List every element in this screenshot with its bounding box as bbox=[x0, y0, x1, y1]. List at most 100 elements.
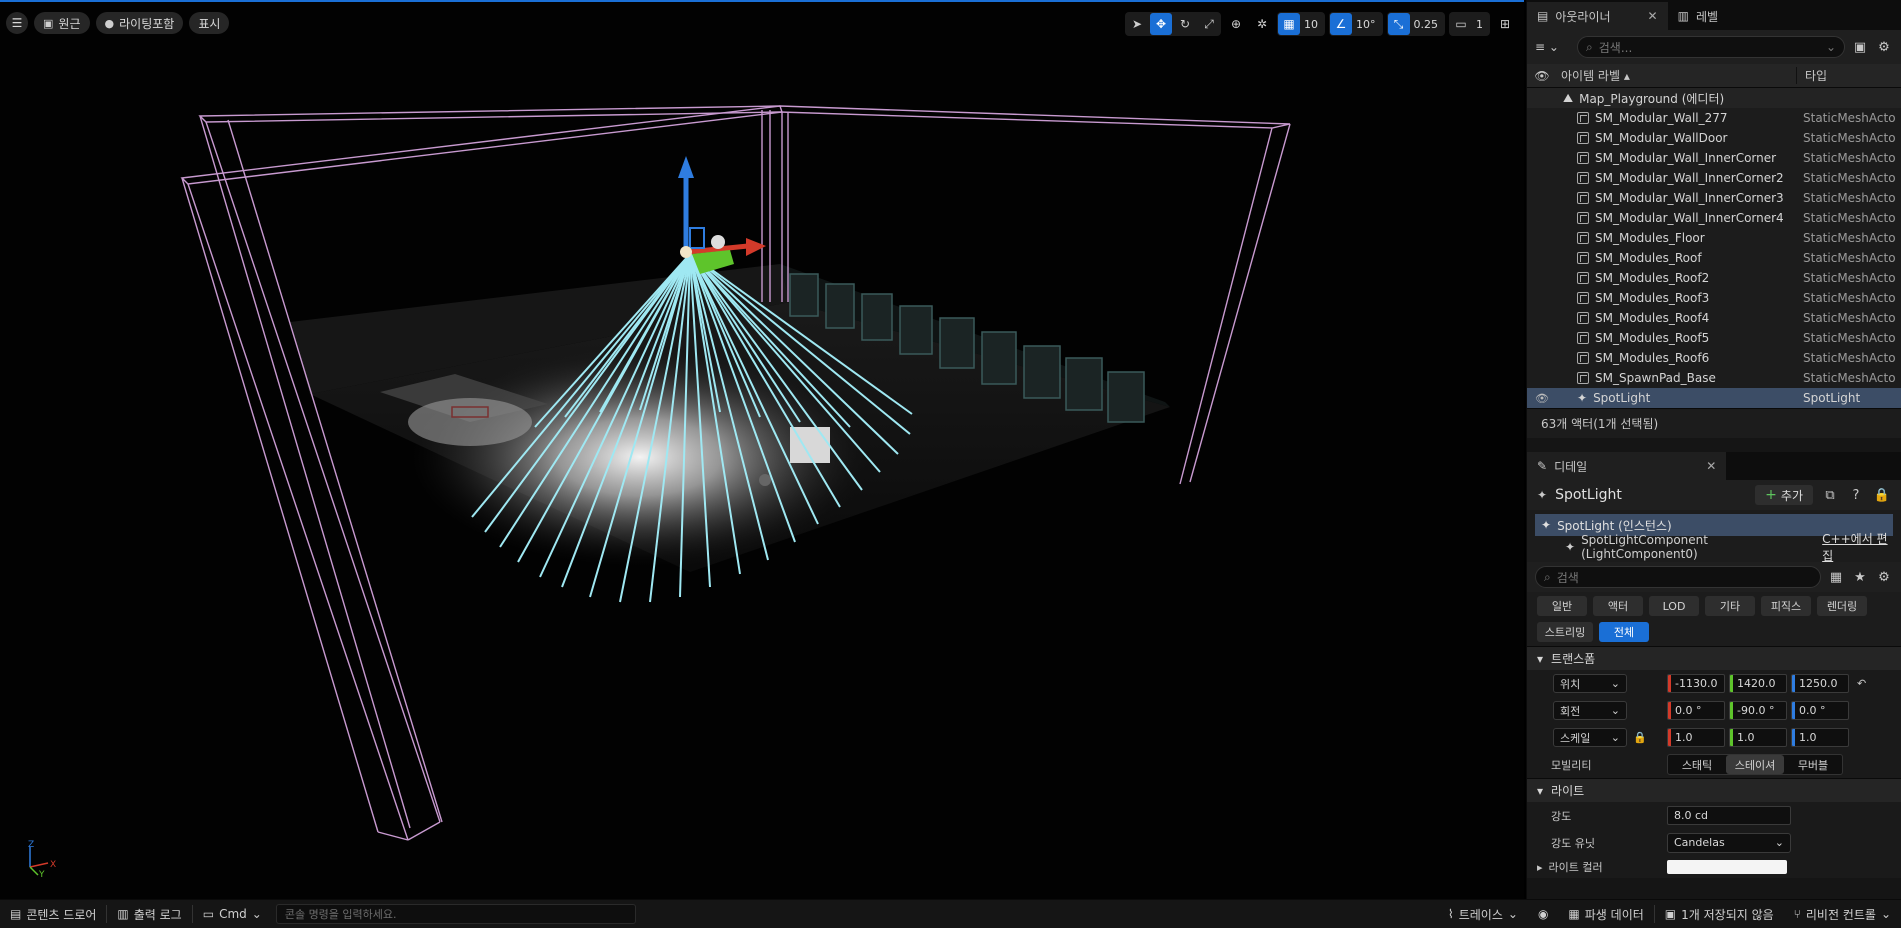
details-settings-button[interactable]: ⚙ bbox=[1875, 570, 1893, 585]
add-folder-button[interactable]: ▣ bbox=[1851, 40, 1869, 55]
table-row[interactable]: SM_Modular_Wall_InnerCorner4 StaticMeshAc… bbox=[1527, 208, 1901, 228]
close-icon[interactable]: ✕ bbox=[1706, 459, 1716, 473]
rotate-snap-value[interactable]: 10° bbox=[1354, 13, 1382, 35]
filter-2[interactable]: LOD bbox=[1649, 596, 1699, 616]
mobility-stationary[interactable]: 스테이셔 bbox=[1726, 755, 1784, 774]
component-child-row[interactable]: ✦ SpotLightComponent (LightComponent0) C… bbox=[1535, 532, 1893, 563]
content-drawer-button[interactable]: ▤ 콘텐츠 드로어 bbox=[0, 900, 106, 928]
close-icon[interactable]: ✕ bbox=[1648, 9, 1658, 23]
translate-tool-button[interactable]: ✥ bbox=[1150, 13, 1172, 35]
table-row[interactable]: SM_Modular_Wall_InnerCorner2 StaticMeshAc… bbox=[1527, 168, 1901, 188]
column-item-label[interactable]: 아이템 라벨 ▴ bbox=[1557, 67, 1797, 84]
rotation-dropdown[interactable]: 회전 ⌄ bbox=[1553, 701, 1627, 720]
camera-speed-value[interactable]: 1 bbox=[1474, 13, 1489, 35]
rotation-x-field[interactable]: 0.0 ° bbox=[1667, 701, 1725, 720]
edit-in-cpp-link[interactable]: C++에서 편집 bbox=[1822, 530, 1893, 564]
mobility-static[interactable]: 스태틱 bbox=[1668, 755, 1726, 774]
lock-icon[interactable]: 🔒 bbox=[1633, 731, 1647, 744]
outliner-settings-button[interactable]: ⚙ bbox=[1875, 40, 1893, 55]
table-row[interactable]: SM_Modular_Wall_InnerCorner StaticMeshAct… bbox=[1527, 148, 1901, 168]
grid-snap-toggle[interactable]: ▦ bbox=[1278, 13, 1300, 35]
table-row[interactable]: SM_Modular_Wall_277 StaticMeshActo bbox=[1527, 108, 1901, 128]
lock-button[interactable]: 🔒 bbox=[1873, 488, 1891, 503]
intensity-field[interactable]: 8.0 cd bbox=[1667, 806, 1791, 825]
rotation-y-field[interactable]: -90.0 ° bbox=[1729, 701, 1787, 720]
scale-snap-value[interactable]: 0.25 bbox=[1412, 13, 1445, 35]
scale-x-field[interactable]: 1.0 bbox=[1667, 728, 1725, 747]
rotate-snap-toggle[interactable]: ∠ bbox=[1330, 13, 1352, 35]
trace-button[interactable]: ⌇ 트레이스 ⌄ bbox=[1438, 900, 1528, 928]
revision-control-button[interactable]: ⑂ 리비전 컨트롤 ⌄ bbox=[1784, 900, 1901, 928]
filter-3[interactable]: 기타 bbox=[1705, 596, 1755, 616]
cmd-dropdown[interactable]: ▭ Cmd ⌄ bbox=[193, 900, 272, 928]
scale-dropdown[interactable]: 스케일 ⌄ bbox=[1553, 728, 1627, 747]
layout-button[interactable]: ⊞ bbox=[1494, 13, 1516, 35]
table-row[interactable]: SM_Modules_Roof2 StaticMeshActo bbox=[1527, 268, 1901, 288]
derived-data-button[interactable]: ▦ 파생 데이터 bbox=[1558, 900, 1653, 928]
details-search-input[interactable]: ⌕ 검색 bbox=[1535, 566, 1821, 588]
select-tool-button[interactable]: ➤ bbox=[1126, 13, 1148, 35]
console-input[interactable]: 콘솔 명령을 입력하세요. bbox=[275, 904, 636, 924]
visibility-icon[interactable]: 👁 bbox=[1527, 392, 1557, 405]
tab-details[interactable]: ✎ 디테일 ✕ bbox=[1527, 452, 1727, 480]
unsaved-button[interactable]: ▣ 1개 저장되지 않음 bbox=[1655, 900, 1784, 928]
mobility-movable[interactable]: 무버블 bbox=[1784, 755, 1842, 774]
location-x-field[interactable]: -1130.0 bbox=[1667, 674, 1725, 693]
rotation-z-field[interactable]: 0.0 ° bbox=[1791, 701, 1849, 720]
table-row[interactable]: SM_SpawnPad_Base StaticMeshActo bbox=[1527, 368, 1901, 388]
level-viewport[interactable]: ☰ ▣원근 ●라이팅포함 표시 ➤ ✥ ↻ ⤢ ⊕ ✲ ▦ 10 ∠ 10° bbox=[0, 0, 1524, 899]
filter-0[interactable]: 일반 bbox=[1537, 596, 1587, 616]
table-row-selected[interactable]: 👁 ✦ SpotLight SpotLight bbox=[1527, 388, 1901, 408]
scale-y-field[interactable]: 1.0 bbox=[1729, 728, 1787, 747]
surface-snap-button[interactable]: ✲ bbox=[1251, 13, 1273, 35]
table-row[interactable]: SM_Modules_Roof5 StaticMeshActo bbox=[1527, 328, 1901, 348]
record-button[interactable]: ◉ bbox=[1528, 900, 1558, 928]
table-row[interactable]: SM_Modular_Wall_InnerCorner3 StaticMeshAc… bbox=[1527, 188, 1901, 208]
scale-snap-toggle[interactable]: ⤡ bbox=[1387, 13, 1410, 35]
intensity-unit-select[interactable]: Candelas ⌄ bbox=[1667, 832, 1791, 853]
view-mode-button[interactable]: ● 라이팅포함 bbox=[95, 12, 184, 34]
filter-button[interactable]: ≡ ⌄ bbox=[1535, 40, 1571, 54]
reset-icon[interactable]: ↶ bbox=[1857, 677, 1866, 690]
location-y-field[interactable]: 1420.0 bbox=[1729, 674, 1787, 693]
tab-outliner[interactable]: ▤ 아웃라이너 ✕ bbox=[1527, 2, 1668, 30]
location-z-field[interactable]: 1250.0 bbox=[1791, 674, 1849, 693]
camera-speed-button[interactable]: ▭ bbox=[1450, 13, 1472, 35]
table-row[interactable]: SM_Modules_Roof6 StaticMeshActo bbox=[1527, 348, 1901, 368]
table-row[interactable]: SM_Modular_WallDoor StaticMeshActo bbox=[1527, 128, 1901, 148]
outliner-search-input[interactable]: ⌕ 검색... ⌄ bbox=[1577, 36, 1845, 58]
filter-4[interactable]: 피직스 bbox=[1761, 596, 1811, 616]
filter-1[interactable]: 액터 bbox=[1593, 596, 1643, 616]
filter-5[interactable]: 렌더링 bbox=[1817, 596, 1867, 616]
tab-levels[interactable]: ▥ 레벨 bbox=[1668, 2, 1728, 30]
section-light[interactable]: ▾ 라이트 bbox=[1527, 778, 1901, 802]
table-row[interactable]: SM_Modules_Roof4 StaticMeshActo bbox=[1527, 308, 1901, 328]
filter-7[interactable]: 전체 bbox=[1599, 622, 1649, 642]
location-dropdown[interactable]: 위치 ⌄ bbox=[1553, 674, 1627, 693]
table-view-button[interactable]: ▦ bbox=[1827, 570, 1845, 585]
eye-icon[interactable]: 👁 bbox=[1527, 69, 1557, 83]
favorites-button[interactable]: ★ bbox=[1851, 570, 1869, 585]
grid-snap-value[interactable]: 10 bbox=[1302, 13, 1324, 35]
viewport-menu-button[interactable]: ☰ bbox=[6, 12, 28, 34]
perspective-button[interactable]: ▣ 원근 bbox=[34, 12, 90, 34]
output-log-button[interactable]: ▥ 출력 로그 bbox=[107, 900, 191, 928]
scale-tool-button[interactable]: ⤢ bbox=[1198, 13, 1220, 35]
rotate-tool-button[interactable]: ↻ bbox=[1174, 13, 1196, 35]
map-row[interactable]: ⛰ Map_Playground (에디터) bbox=[1527, 88, 1901, 108]
light-color-swatch[interactable] bbox=[1667, 860, 1787, 874]
table-row[interactable]: SM_Modules_Roof3 StaticMeshActo bbox=[1527, 288, 1901, 308]
scale-z-field[interactable]: 1.0 bbox=[1791, 728, 1849, 747]
show-button[interactable]: 표시 bbox=[189, 12, 230, 34]
table-row[interactable]: SM_Modules_Roof StaticMeshActo bbox=[1527, 248, 1901, 268]
table-row[interactable]: SM_Modules_Floor StaticMeshActo bbox=[1527, 228, 1901, 248]
section-transform[interactable]: ▾ 트랜스폼 bbox=[1527, 646, 1901, 670]
actor-name[interactable]: SpotLight bbox=[1555, 487, 1747, 503]
chevron-right-icon[interactable]: ▸ bbox=[1537, 861, 1543, 874]
blueprint-button[interactable]: ⧉ bbox=[1821, 488, 1839, 503]
column-type[interactable]: 타입 bbox=[1797, 67, 1827, 84]
add-component-button[interactable]: + 추가 bbox=[1755, 485, 1813, 505]
filter-6[interactable]: 스트리밍 bbox=[1537, 622, 1593, 642]
world-local-button[interactable]: ⊕ bbox=[1225, 13, 1247, 35]
help-button[interactable]: ? bbox=[1847, 488, 1865, 503]
